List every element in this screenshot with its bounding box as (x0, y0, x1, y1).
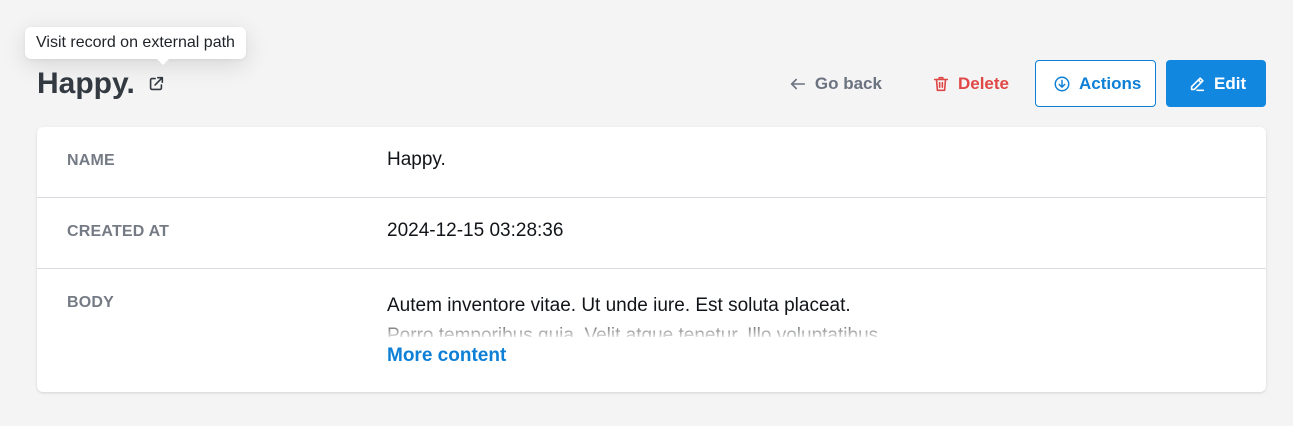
field-label: CREATED AT (67, 223, 170, 240)
go-back-button[interactable]: Go back (775, 60, 896, 107)
external-link-icon[interactable] (147, 75, 165, 93)
detail-row-created-at: CREATED AT 2024-12-15 03:28:36 (37, 198, 1266, 269)
circle-arrow-down-icon (1054, 76, 1070, 91)
page-title: Happy. (37, 67, 135, 100)
field-value-created-at: 2024-12-15 03:28:36 (387, 220, 564, 241)
detail-row-name: NAME Happy. (37, 127, 1266, 198)
more-content-link[interactable]: More content (387, 345, 506, 367)
field-label: NAME (67, 152, 115, 169)
arrow-left-icon (790, 78, 805, 89)
edit-label: Edit (1214, 73, 1247, 93)
actions-label: Actions (1079, 73, 1142, 93)
page-header: Happy. (37, 64, 165, 104)
record-details-card: NAME Happy. CREATED AT 2024-12-15 03:28:… (37, 127, 1266, 392)
field-label: BODY (67, 294, 115, 311)
detail-row-body: BODY Autem inventore vitae. Ut unde iure… (37, 269, 1266, 392)
body-line: Porro temporibus quia. Velit atque tenet… (387, 325, 879, 337)
edit-button[interactable]: Edit (1166, 60, 1266, 107)
pencil-icon (1190, 76, 1205, 91)
field-value-name: Happy. (387, 149, 446, 170)
field-value-body: Autem inventore vitae. Ut unde iure. Est… (387, 269, 1087, 392)
delete-button[interactable]: Delete (918, 60, 1023, 107)
trash-icon (933, 76, 949, 91)
body-line: Autem inventore vitae. Ut unde iure. Est… (387, 295, 851, 316)
body-text-preview: Autem inventore vitae. Ut unde iure. Est… (387, 291, 1087, 337)
page-actions: Go back Delete Actions Edit (775, 60, 1266, 107)
external-link-tooltip: Visit record on external path (25, 27, 246, 65)
go-back-label: Go back (814, 73, 882, 93)
delete-label: Delete (957, 73, 1009, 93)
actions-button[interactable]: Actions (1035, 60, 1156, 107)
